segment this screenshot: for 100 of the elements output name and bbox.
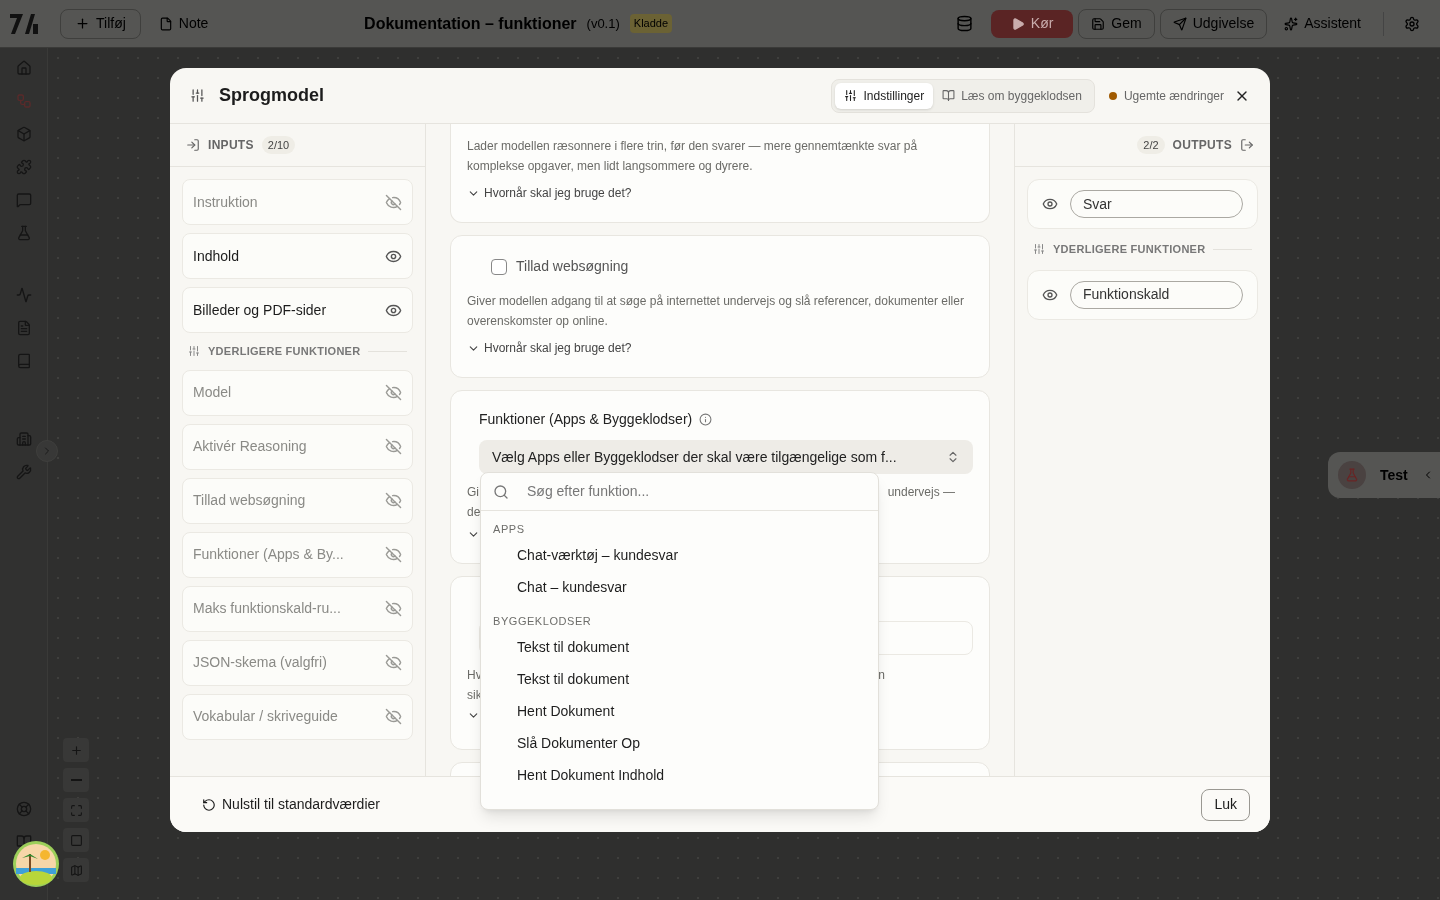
run-button[interactable]: Kør [990,9,1074,38]
eye-off-icon[interactable] [385,600,402,617]
dropdown-option[interactable]: Hent Dokument Indhold [481,759,878,791]
count-badge: 2/10 [261,135,296,155]
canvas-control[interactable] [63,798,89,822]
reset-icon [202,797,216,812]
login-icon [186,138,200,152]
unsaved-status: Ugemte ændringer [1123,87,1224,105]
description-text: Gi [467,484,480,501]
input-label: JSON-skema (valgfri) [193,653,327,672]
panel-label: OUTPUTS [1172,137,1232,154]
group-label: BYGGEKLODSER [492,613,593,629]
dropdown-option[interactable]: Slå Dokumenter Op [481,727,878,759]
eye-off-icon[interactable] [385,708,402,725]
sparkles-icon [1284,16,1299,31]
note-icon [158,16,173,31]
save-icon [1091,16,1106,31]
logout-icon [1240,138,1254,152]
document-icon[interactable] [15,320,32,336]
input-item[interactable]: Indhold [182,233,413,279]
eye-off-icon[interactable] [385,654,402,671]
canvas-control[interactable] [63,858,89,882]
sliders-icon [1033,243,1045,256]
lifebuoy-icon[interactable] [15,801,32,817]
flask-icon[interactable] [15,225,32,241]
dropdown-option[interactable]: Tekst til dokument [481,631,878,663]
input-label: Funktioner (Apps & By... [193,545,344,564]
eye-icon[interactable] [1042,196,1058,212]
input-label: Tillad websøgning [193,491,306,510]
fit-view-icon [69,803,83,817]
plus-icon [75,16,90,31]
sliders-icon [844,89,858,102]
canvas-control[interactable] [63,768,89,792]
flask-icon [1345,468,1359,482]
eye-off-icon[interactable] [385,193,402,211]
description-text: de [467,504,481,521]
input-item[interactable]: Model [182,369,413,416]
functions-select[interactable]: Vælg Apps eller Byggeklodser der skal være tilgængelige som f... [479,440,973,474]
eye-off-icon[interactable] [385,438,402,455]
database-icon[interactable] [955,15,973,32]
count-badge: 2/2 [1137,135,1165,155]
close-button[interactable]: Luk [1201,788,1250,821]
help-toggle[interactable]: Hvornår skal jeg bruge det? [467,339,632,357]
cube-icon[interactable] [15,126,32,142]
play-icon [1010,16,1025,31]
input-label: Model [193,383,232,402]
logo-icon [9,11,39,36]
input-item[interactable]: Billeder og PDF-sider [182,287,413,333]
chat-icon[interactable] [15,192,32,208]
tab[interactable]: Læs om byggeklodsen [933,82,1091,109]
canvas-control[interactable] [63,828,89,852]
wrench-icon[interactable] [15,464,32,480]
panel-label: INPUTS [208,137,254,154]
sliders-icon [188,345,200,358]
help-toggle[interactable]: Hvornår skal jeg bruge det? [467,184,632,202]
info-icon [699,413,713,426]
sliders-icon [190,88,205,103]
eye-off-icon[interactable] [385,384,402,401]
dropdown-option[interactable]: Tekst til dokument [481,663,878,695]
input-label: Billeder og PDF-sider [193,300,327,320]
version-text: (v0.1) [586,14,620,33]
group-label: APPS [492,521,526,537]
map-icon [69,863,83,877]
input-label: Maks funktionskald-ru... [193,599,341,618]
dropdown-option[interactable]: Hent Dokument [481,695,878,727]
dropdown-option[interactable]: Chat – kundesvar [481,571,878,603]
home-icon[interactable] [15,60,32,76]
checkbox-label: Tillad websøgning [516,257,629,276]
zoom-in-icon [69,743,83,757]
input-label: Indhold [193,246,239,266]
send-icon [1172,16,1187,31]
input-label: Aktivér Reasoning [193,437,307,456]
eye-off-icon[interactable] [385,546,402,563]
activity-icon[interactable] [15,287,32,303]
description-text: undervejs — [887,484,955,501]
search-icon [493,483,509,500]
search-field[interactable]: Søg efter funktion... [527,481,866,502]
building-icon[interactable] [15,431,32,447]
checkbox[interactable] [491,258,507,275]
settings-icon[interactable] [1404,15,1420,32]
description-text: n [878,667,885,684]
input-label: Instruktion [193,192,258,212]
book-icon[interactable] [15,353,32,369]
input-item[interactable]: Tillad websøgning [182,477,413,524]
document-title: Dokumentation – funktioner [364,13,577,34]
puzzle-icon[interactable] [15,159,32,175]
eye-off-icon[interactable] [385,492,402,509]
description-text: Giver modellen adgang til at søge på internettet undervejs og slå referencer, dokumenter eller overenskomster op online. [467,293,965,330]
description-text: Lader modellen ræsonnere i flere trin, før den svarer — mere gennemtænkte svar på komplekse opgaver, men lidt langsommere og dyrere. [467,138,919,175]
dialog-title: Sprogmodel [219,84,324,107]
tab[interactable]: Indstillinger [835,82,934,109]
section-label: YDERLIGERE FUNKTIONER [208,344,361,359]
square-icon [69,833,83,847]
canvas-control[interactable] [63,738,89,762]
field-label: Funktioner (Apps & Byggeklodser) [479,410,693,429]
dropdown-option[interactable]: Chat-værktøj – kundesvar [481,539,878,571]
reset-button[interactable]: Nulstil til standardværdier [190,788,392,821]
input-label: Vokabular / skriveguide [193,707,338,726]
input-item[interactable]: Maks funktionskald-ru... [182,585,413,632]
status-badge: Kladde [629,14,673,33]
